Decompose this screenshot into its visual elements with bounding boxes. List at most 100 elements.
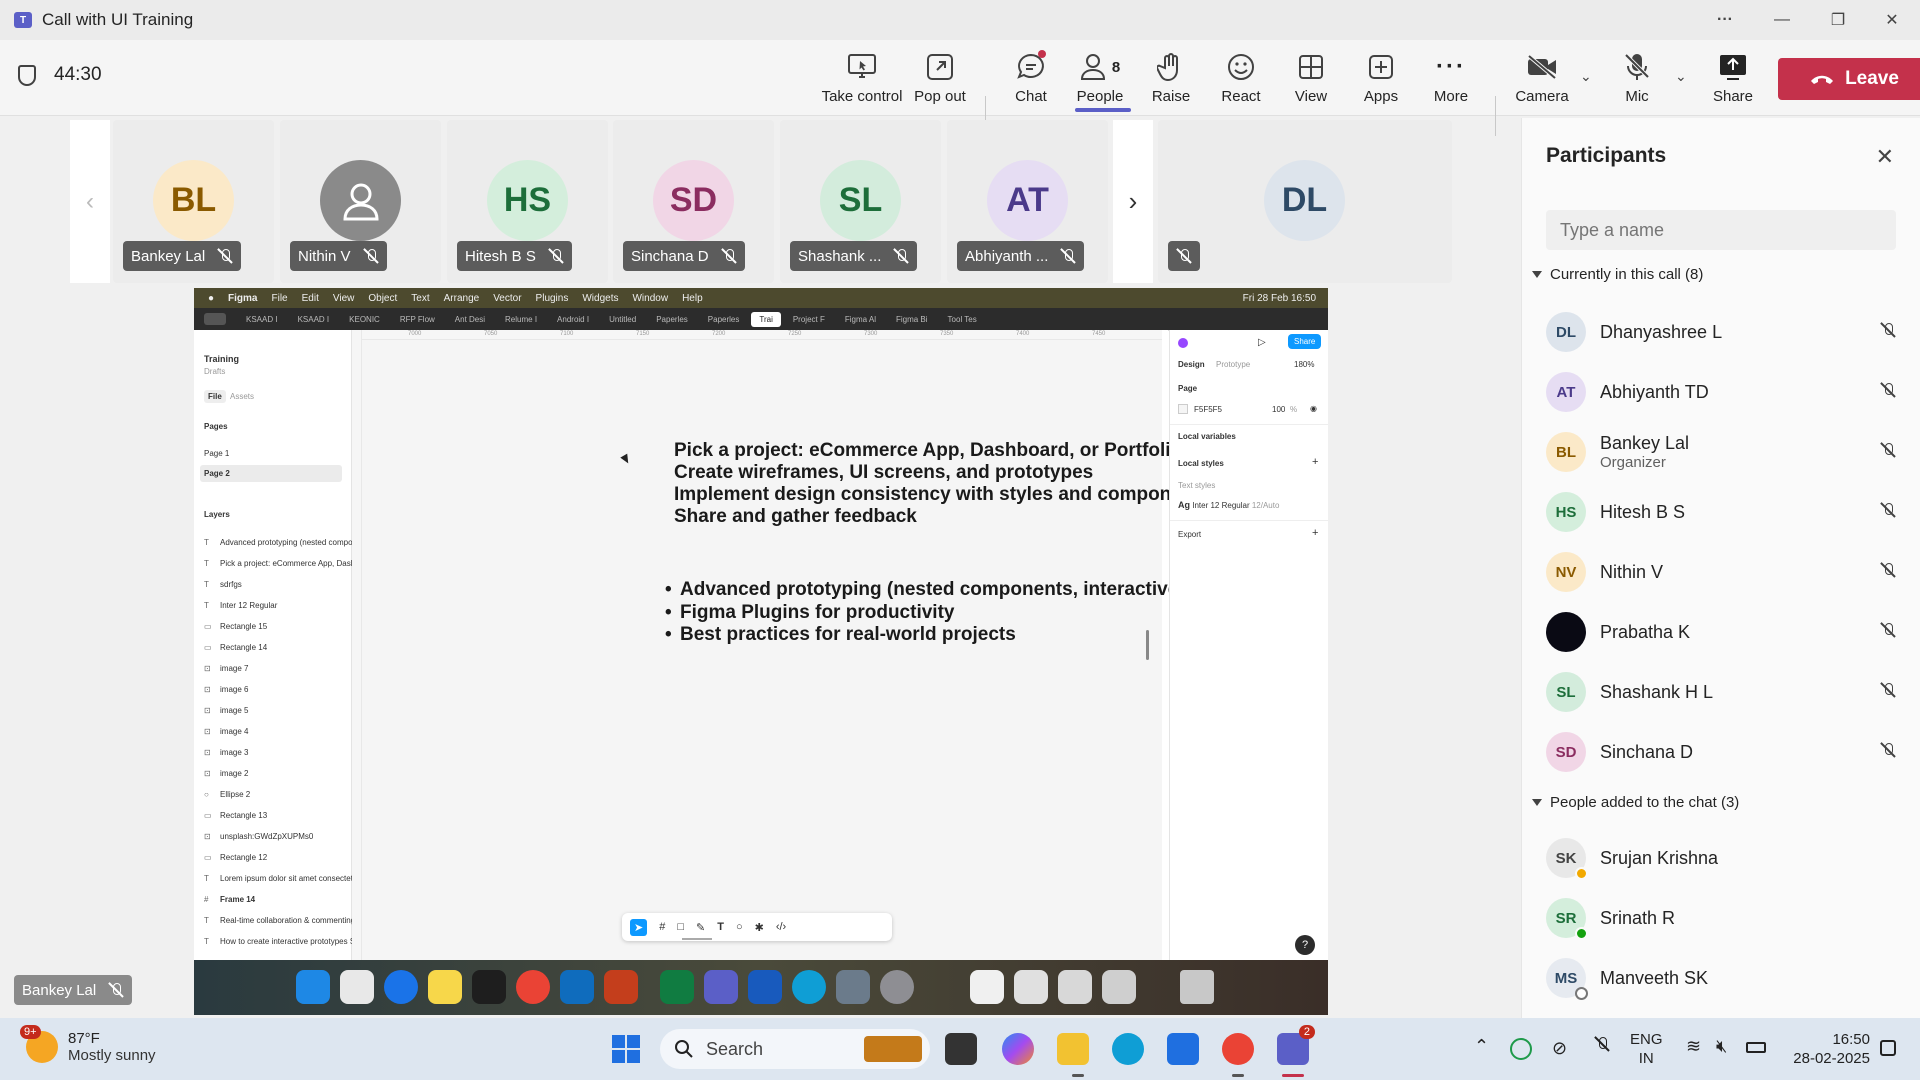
mic-off-icon — [1880, 742, 1896, 758]
video-tile[interactable]: BL Bankey Lal — [113, 120, 274, 283]
mic-chevron-down-icon[interactable]: ⌄ — [1675, 68, 1687, 85]
close-window-button[interactable]: ✕ — [1864, 0, 1920, 40]
participant-row[interactable]: SL Shashank H L — [1546, 666, 1906, 718]
toolbar-divider — [1495, 96, 1496, 136]
in-call-section-header[interactable]: Currently in this call (8) — [1532, 266, 1703, 283]
raise-hand-button[interactable]: Raise — [1131, 50, 1211, 112]
apps-button[interactable]: Apps — [1341, 50, 1421, 112]
minimize-button[interactable]: — — [1754, 0, 1810, 40]
participant-row[interactable]: SD Sinchana D — [1546, 726, 1906, 778]
clock[interactable]: 16:50 28-02-2025 — [1780, 1030, 1870, 1068]
strip-prev-button[interactable]: ‹ — [70, 120, 110, 283]
more-options-icon[interactable]: ··· — [1697, 0, 1753, 40]
chrome-taskbar-icon[interactable] — [1222, 1033, 1254, 1065]
chrome-icon — [516, 970, 550, 1004]
figma-home-icon — [204, 313, 226, 325]
notification-bell-icon[interactable] — [1880, 1040, 1896, 1056]
file-explorer-icon[interactable] — [1057, 1033, 1089, 1065]
close-panel-icon[interactable]: ✕ — [1876, 144, 1894, 170]
participant-row[interactable]: SR Srinath R — [1546, 892, 1906, 944]
avatar: SR — [1546, 898, 1588, 940]
presence-status-icon — [1575, 927, 1588, 940]
canvas-text-line: Create wireframes, UI screens, and proto… — [674, 462, 1094, 483]
task-view-icon[interactable] — [945, 1033, 977, 1065]
video-tile[interactable]: Nithin V — [280, 120, 441, 283]
figma-layer-row: T How to create interactive prototypes S — [204, 937, 355, 946]
edge-taskbar-icon[interactable] — [1112, 1033, 1144, 1065]
avatar: BL — [1546, 432, 1586, 472]
video-tile[interactable]: AT Abhiyanth ... — [947, 120, 1108, 283]
maximize-button[interactable]: ❐ — [1810, 0, 1866, 40]
figma-design-tab: Design — [1178, 360, 1205, 369]
figma-horizontal-ruler: 7000 7050 7100 7150 7200 7250 7300 7350 7400 7450… — [362, 330, 1181, 340]
avatar: DL — [1546, 312, 1586, 352]
avatar: SL — [820, 160, 901, 241]
wifi-icon[interactable]: ≋ — [1686, 1036, 1701, 1057]
more-button[interactable]: ··· More — [1411, 50, 1491, 112]
camera-chevron-down-icon[interactable]: ⌄ — [1580, 68, 1592, 85]
layer-type-icon: ○ — [204, 790, 209, 799]
mic-off-icon — [363, 248, 379, 264]
weather-widget[interactable]: 9+ 87°F Mostly sunny — [20, 1025, 156, 1064]
teams-taskbar-icon[interactable]: 2 — [1277, 1025, 1315, 1065]
view-button[interactable]: View — [1271, 50, 1351, 112]
presence-status-icon — [1575, 867, 1588, 880]
participant-search-input[interactable] — [1546, 210, 1896, 250]
participant-row[interactable]: DL Dhanyashree L — [1546, 306, 1906, 358]
react-button[interactable]: React — [1201, 50, 1281, 112]
text-style-row: Ag Inter 12 Regular 12/Auto — [1178, 500, 1280, 510]
teams-app-icon: T — [14, 12, 32, 28]
participant-row[interactable]: MS Manveeth SK — [1546, 952, 1906, 1004]
chevron-up-icon[interactable]: ⌃ — [1474, 1036, 1489, 1057]
participant-name: Nithin V — [1600, 561, 1664, 582]
taskbar-search[interactable]: Search — [660, 1029, 930, 1069]
figma-tab: Tool Tes — [947, 314, 977, 324]
network-off-icon[interactable]: ⊘ — [1552, 1038, 1567, 1059]
excel-icon — [660, 970, 694, 1004]
sync-icon[interactable] — [1510, 1038, 1532, 1060]
figma-tab: Figma Bi — [895, 314, 928, 324]
layer-type-icon: T — [204, 601, 209, 610]
video-tile[interactable]: SD Sinchana D — [613, 120, 774, 283]
chat-button[interactable]: Chat — [991, 50, 1071, 112]
participant-row[interactable]: AT Abhiyanth TD — [1546, 366, 1906, 418]
people-button[interactable]: 8 People — [1060, 50, 1140, 112]
participant-text: Sinchana D — [1586, 742, 1693, 763]
store-icon[interactable] — [1167, 1033, 1199, 1065]
layer-type-icon: ▭ — [204, 622, 212, 631]
mic-button[interactable]: Mic — [1597, 50, 1677, 112]
pop-out-button[interactable]: Pop out — [900, 50, 980, 112]
video-tile[interactable]: HS Hitesh B S — [447, 120, 608, 283]
language-indicator[interactable]: ENG IN — [1630, 1030, 1663, 1068]
copilot-icon[interactable] — [1002, 1033, 1034, 1065]
participant-text: Manveeth SK — [1586, 968, 1708, 989]
layer-name: Pick a project: eCommerce App, Dashb — [220, 559, 360, 568]
text-tool-icon: T — [717, 921, 724, 933]
participant-row[interactable]: SK Srujan Krishna — [1546, 832, 1906, 884]
share-button[interactable]: Share — [1693, 50, 1773, 112]
video-tile[interactable]: DL — [1158, 120, 1452, 283]
strip-next-button[interactable]: › — [1113, 120, 1153, 283]
tile-name-tag: Hitesh B S — [457, 241, 572, 271]
leave-button[interactable]: Leave — [1778, 58, 1920, 100]
participant-row[interactable]: HS Hitesh B S — [1546, 486, 1906, 538]
video-tile[interactable]: SL Shashank ... — [780, 120, 941, 283]
mic-off-icon — [217, 248, 233, 264]
added-section-header[interactable]: People added to the chat (3) — [1532, 794, 1739, 811]
battery-icon[interactable] — [1746, 1042, 1766, 1053]
figma-tab: Figma Al — [844, 314, 876, 324]
participant-row[interactable]: BL Bankey Lal Organizer — [1546, 426, 1906, 478]
participant-row[interactable]: NV Nithin V — [1546, 546, 1906, 598]
local-styles-label: Local styles — [1178, 459, 1224, 468]
mic-off-tray-icon[interactable] — [1594, 1036, 1610, 1057]
in-call-header-text: Currently in this call (8) — [1550, 266, 1704, 283]
start-windows-icon[interactable] — [610, 1033, 642, 1065]
take-control-button[interactable]: Take control — [822, 50, 902, 112]
participant-row[interactable]: Prabatha K — [1546, 606, 1906, 658]
volume-muted-icon[interactable]: 🔇︎ — [1716, 1036, 1727, 1057]
participant-text: Shashank H L — [1586, 682, 1713, 703]
camera-button[interactable]: Camera — [1502, 50, 1582, 112]
hang-up-icon — [1811, 75, 1834, 84]
clock-time: 16:50 — [1832, 1031, 1870, 1048]
smiley-icon — [1224, 50, 1258, 84]
